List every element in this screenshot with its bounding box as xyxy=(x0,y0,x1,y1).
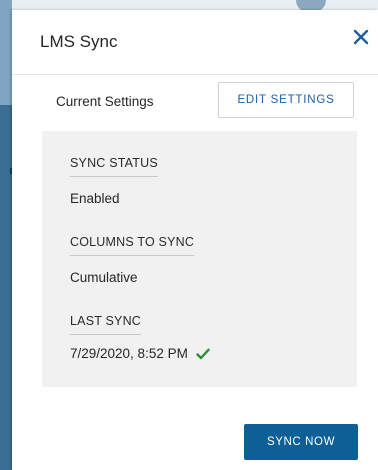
dialog-title: LMS Sync xyxy=(40,32,118,51)
current-settings-label: Current Settings xyxy=(56,94,154,109)
columns-to-sync-value: Cumulative xyxy=(70,270,138,285)
dialog-header: LMS Sync xyxy=(12,10,378,75)
lms-sync-dialog: LMS Sync Current Settings EDIT SETTINGS … xyxy=(12,10,378,470)
edit-settings-button[interactable]: EDIT SETTINGS xyxy=(218,82,354,118)
current-settings-row: Current Settings EDIT SETTINGS xyxy=(12,82,378,122)
checkmark-icon xyxy=(195,348,210,360)
columns-to-sync-label: COLUMNS TO SYNC xyxy=(70,235,195,256)
background-sidebar-edge-highlight xyxy=(0,0,12,105)
close-button[interactable] xyxy=(348,24,374,50)
last-sync-row: 7/29/2020, 8:52 PM xyxy=(70,346,210,361)
sync-now-button[interactable]: SYNC NOW xyxy=(244,424,358,460)
sync-settings-panel: SYNC STATUS Enabled COLUMNS TO SYNC Cumu… xyxy=(42,131,357,387)
last-sync-value: 7/29/2020, 8:52 PM xyxy=(70,346,188,361)
last-sync-label: LAST SYNC xyxy=(70,314,142,335)
close-icon xyxy=(353,29,369,45)
sync-status-label: SYNC STATUS xyxy=(70,156,158,177)
sync-status-value: Enabled xyxy=(70,191,120,206)
